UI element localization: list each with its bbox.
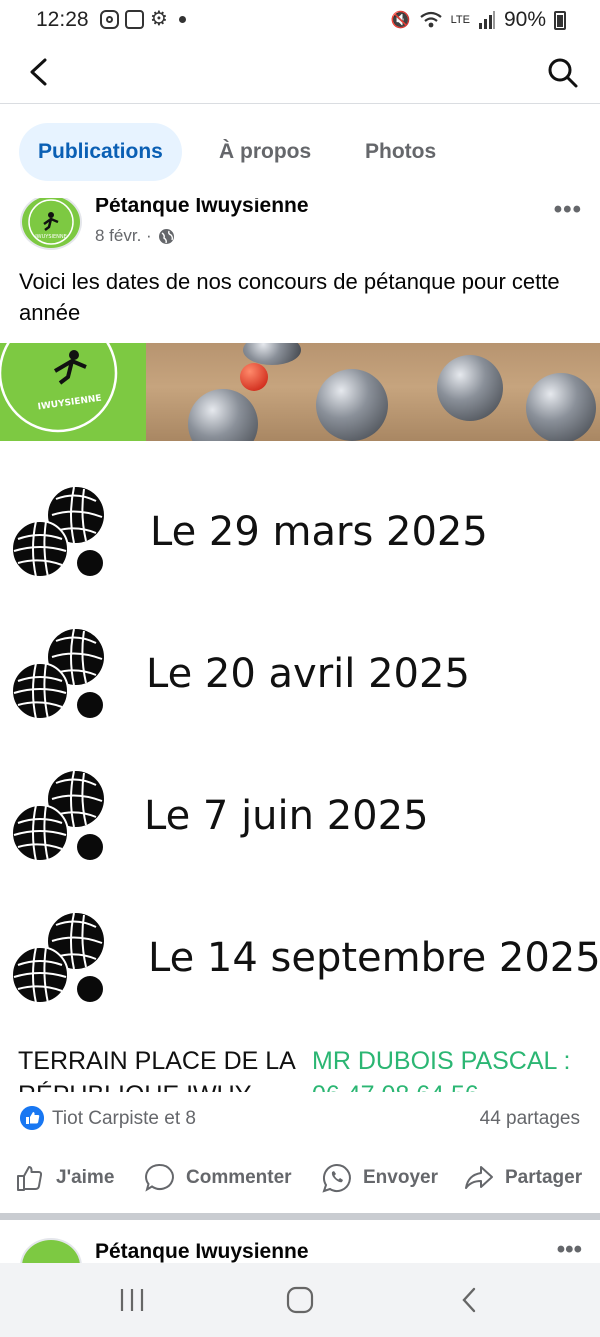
contact-text: MR DUBOIS PASCAL : 06 47 08 64 56	[312, 1047, 571, 1092]
jack-ball	[240, 363, 268, 391]
post-author[interactable]: Pétanque Iwuysienne	[95, 198, 309, 218]
thumbs-up-icon	[17, 1166, 43, 1191]
svg-text:IWUYSIENNE: IWUYSIENNE	[35, 234, 67, 240]
post-actions: J'aime Commenter Envoyer Partager	[0, 1146, 600, 1210]
petanque-ball	[316, 369, 388, 441]
search-icon[interactable]	[544, 54, 580, 90]
boules-icon	[12, 487, 104, 578]
send-button[interactable]: Envoyer	[321, 1160, 438, 1196]
date-text: Le 29 mars 2025	[150, 509, 488, 555]
post-author[interactable]: Pétanque Iwuysienne	[95, 1240, 309, 1264]
tab-a-propos[interactable]: À propos	[200, 123, 330, 181]
event-dates: Le 29 mars 2025 Le 20 avril 2025 Le 7 ju…	[0, 441, 600, 1041]
tab-photos[interactable]: Photos	[346, 123, 455, 181]
network-type: LTE	[450, 13, 470, 26]
post-banner-image[interactable]: IWUYSIENNE	[0, 343, 600, 441]
reactions-count[interactable]: Tiot Carpiste et 8	[52, 1108, 196, 1130]
status-bar: 12:28 ⚙ 🔇 LTE 90%	[0, 0, 600, 40]
post-meta: 8 févr. ·	[95, 226, 175, 246]
venue-text: TERRAIN PLACE DE LA RÉPUBLIQUE IWUY	[18, 1047, 295, 1092]
petanque-ball	[188, 389, 258, 441]
settings-icon: ⚙	[150, 8, 168, 30]
battery-icon	[554, 10, 566, 30]
signal-icon	[478, 11, 495, 29]
recent-apps-icon[interactable]	[114, 1285, 150, 1315]
system-icons: 🔇 LTE 90%	[391, 8, 566, 32]
like-badge-icon	[20, 1106, 44, 1130]
profile-tabs: Publications À propos Photos	[0, 104, 600, 198]
gallery-icon	[125, 10, 144, 29]
date-text: Le 20 avril 2025	[146, 651, 470, 697]
share-label: Partager	[505, 1167, 583, 1188]
share-button[interactable]: Partager	[463, 1160, 582, 1196]
share-icon	[465, 1166, 493, 1189]
notification-dot-icon	[178, 16, 186, 23]
boules-icon	[12, 629, 104, 720]
date-row: Le 20 avril 2025	[0, 629, 600, 729]
comment-label: Commenter	[186, 1167, 292, 1188]
like-label: J'aime	[56, 1167, 115, 1188]
post-card: IWUYSIENNE Pétanque Iwuysienne 8 févr. ·…	[0, 198, 600, 1213]
home-icon[interactable]	[282, 1285, 318, 1315]
next-post-card: Pétanque Iwuysienne •••	[0, 1220, 600, 1264]
feed-separator	[0, 1213, 600, 1220]
mute-icon: 🔇	[390, 12, 411, 29]
chevron-left-icon[interactable]	[22, 54, 58, 90]
date-row: Le 7 juin 2025	[0, 771, 600, 871]
app-bar	[0, 40, 600, 104]
more-options-icon[interactable]: •••	[557, 1236, 582, 1264]
date-row: Le 29 mars 2025	[0, 487, 600, 587]
post-date[interactable]: 8 févr. ·	[95, 226, 152, 246]
boules-icon	[12, 771, 104, 862]
wifi-icon	[419, 11, 442, 28]
battery-level: 90%	[503, 8, 546, 31]
whatsapp-icon	[322, 1163, 351, 1193]
page-avatar[interactable]	[20, 1238, 82, 1264]
tab-publications[interactable]: Publications	[19, 123, 182, 181]
date-text: Le 7 juin 2025	[144, 793, 429, 839]
comment-button[interactable]: Commenter	[144, 1160, 292, 1196]
system-nav-bar	[0, 1263, 600, 1337]
petanque-ball	[526, 373, 596, 441]
globe-icon	[158, 228, 174, 244]
back-nav-icon[interactable]	[452, 1285, 488, 1315]
more-options-icon[interactable]: •••	[554, 198, 582, 224]
comment-icon	[145, 1163, 174, 1192]
post-image-footer: TERRAIN PLACE DE LA RÉPUBLIQUE IWUY MR D…	[0, 1040, 600, 1092]
like-button[interactable]: J'aime	[14, 1160, 114, 1196]
petanque-ball	[243, 343, 301, 365]
date-text: Le 14 septembre 2025	[148, 935, 600, 981]
notification-icons: ⚙	[100, 8, 186, 30]
send-label: Envoyer	[363, 1167, 438, 1188]
club-logo-text: IWUYSIENNE	[37, 394, 102, 413]
page-avatar[interactable]: IWUYSIENNE	[20, 198, 82, 250]
shares-count[interactable]: 44 partages	[480, 1108, 580, 1130]
reactions-bar: Tiot Carpiste et 8 44 partages	[0, 1096, 600, 1142]
petanque-player-logo-icon: IWUYSIENNE	[28, 199, 74, 245]
boules-icon	[12, 913, 104, 1004]
club-logo: IWUYSIENNE	[0, 343, 146, 441]
post-text: Voici les dates de nos concours de pétan…	[19, 269, 560, 325]
status-time: 12:28	[36, 8, 89, 31]
date-row: Le 14 septembre 2025	[0, 913, 600, 1013]
instagram-icon	[100, 10, 119, 29]
petanque-ball	[437, 355, 503, 421]
